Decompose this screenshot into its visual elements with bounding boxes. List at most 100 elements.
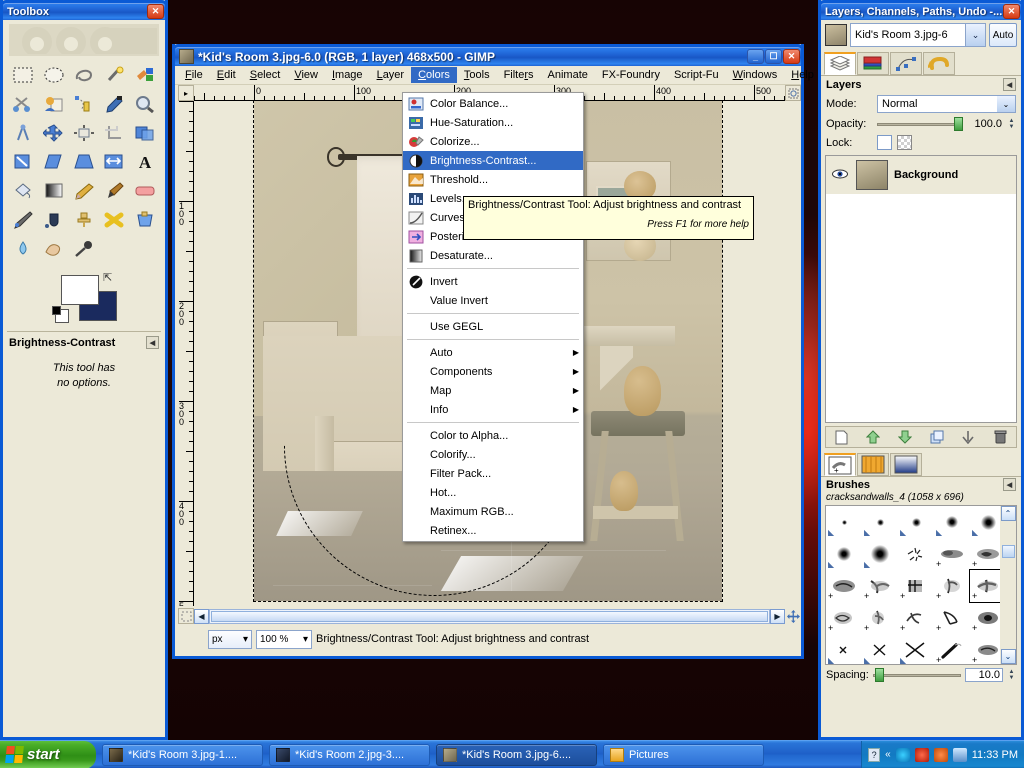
lower-layer-button[interactable] (895, 428, 915, 446)
taskbar-item-pictures[interactable]: Pictures (603, 743, 764, 766)
layer-mode-select[interactable]: Normal ⌄ (877, 95, 1016, 113)
menu-colors[interactable]: Colors (411, 67, 457, 83)
dock-tabstrip[interactable] (821, 50, 1021, 76)
taskbar-item-kids-room-3-6[interactable]: *Kid's Room 3.jpg-6.... (436, 743, 597, 766)
spacing-spinner[interactable]: ▲ ▼ (1007, 668, 1016, 682)
shear-tool[interactable] (39, 148, 67, 175)
menu-item-maximum-rgb[interactable]: Maximum RGB... (403, 502, 583, 521)
menu-item-colorify[interactable]: Colorify... (403, 445, 583, 464)
dock-close-button[interactable]: ✕ (1003, 4, 1020, 19)
layers-list[interactable]: Background (825, 155, 1017, 423)
layers-collapse-button[interactable]: ◀ (1003, 78, 1016, 91)
tab-patterns[interactable] (857, 453, 889, 476)
tab-layers[interactable] (824, 52, 856, 75)
brush-cell[interactable]: ◣ (826, 506, 862, 538)
gimp-close-button[interactable]: ✕ (783, 49, 800, 64)
crop-tool[interactable] (100, 119, 128, 146)
menu-item-invert[interactable]: Invert (403, 272, 583, 291)
blur-sharpen-tool[interactable] (9, 235, 37, 262)
menu-select[interactable]: Select (243, 67, 288, 83)
raise-layer-button[interactable] (863, 428, 883, 446)
unit-dropdown-arrow-icon[interactable]: ▾ (243, 634, 248, 645)
tray-help-icon[interactable]: ? (868, 747, 881, 762)
dock-titlebar[interactable]: Layers, Channels, Paths, Undo -... ✕ (818, 0, 1024, 20)
rect-select-tool[interactable] (9, 61, 37, 88)
spacing-slider-knob[interactable] (874, 668, 884, 682)
brush-spacing-value[interactable]: 10.0 (965, 668, 1003, 682)
fuzzy-select-tool[interactable] (100, 61, 128, 88)
free-select-tool[interactable] (70, 61, 98, 88)
brush-cell[interactable]: + (826, 602, 862, 634)
gimp-minimize-button[interactable]: _ (747, 49, 764, 64)
lock-alpha-checkbox[interactable] (897, 135, 912, 150)
taskbar-item-kids-room-3-1[interactable]: *Kid's Room 3.jpg-1.... (102, 743, 263, 766)
pencil-tool[interactable] (70, 177, 98, 204)
tray-network-icon[interactable] (914, 747, 929, 762)
zoom-tool[interactable] (131, 90, 159, 117)
perspective-tool[interactable] (70, 148, 98, 175)
brush-cell[interactable]: + (862, 570, 898, 602)
menu-item-info[interactable]: Info ▶ (403, 400, 583, 419)
menu-item-hue-saturation[interactable]: Hue-Saturation... (403, 113, 583, 132)
tab-gradients[interactable] (890, 453, 922, 476)
brush-cell[interactable]: ◣ (898, 634, 934, 664)
color-area[interactable]: ⇱ (3, 269, 165, 329)
perspective-clone-tool[interactable] (131, 206, 159, 233)
menu-script-fu[interactable]: Script-Fu (667, 67, 726, 83)
brush-cell[interactable]: + (934, 602, 970, 634)
system-tray[interactable]: ? « 11:33 PM (861, 740, 1024, 768)
flip-tool[interactable] (100, 148, 128, 175)
smudge-tool[interactable] (39, 235, 67, 262)
canvas-horizontal-scrollbar[interactable]: ◀ ▶ (194, 608, 785, 624)
menu-item-auto[interactable]: Auto ▶ (403, 343, 583, 362)
vertical-ruler[interactable]: 100 200 300 400 500 (178, 101, 194, 606)
menu-layer[interactable]: Layer (370, 67, 412, 83)
brush-cell[interactable]: ◣ (826, 634, 862, 664)
brush-cell[interactable]: ◣ (934, 506, 970, 538)
ruler-corner-menu-button[interactable]: ▸ (178, 85, 194, 101)
paintbrush-tool[interactable] (100, 177, 128, 204)
menu-windows[interactable]: Windows (726, 67, 785, 83)
move-tool[interactable] (39, 119, 67, 146)
menu-item-retinex[interactable]: Retinex... (403, 521, 583, 540)
menu-filters[interactable]: Filters (497, 67, 541, 83)
brushes-scroll-up-button[interactable]: ⌃ (1000, 506, 1016, 521)
menu-item-components[interactable]: Components ▶ (403, 362, 583, 381)
menu-edit[interactable]: Edit (210, 67, 243, 83)
navigation-preview-button[interactable] (785, 608, 801, 624)
gimp-menubar[interactable]: File Edit Select View Image Layer Colors… (175, 66, 814, 85)
measure-tool[interactable] (9, 119, 37, 146)
airbrush-tool[interactable] (9, 206, 37, 233)
canvas-vertical-scrollbar[interactable] (785, 101, 801, 606)
brush-cell[interactable]: ◣ (826, 538, 862, 570)
brush-cell[interactable]: + (934, 634, 970, 664)
tray-volume-icon[interactable] (933, 747, 948, 762)
tray-battery-icon[interactable] (952, 747, 967, 762)
table-row[interactable]: Background (826, 156, 1016, 194)
delete-layer-button[interactable] (990, 428, 1010, 446)
default-colors-icon[interactable] (52, 306, 61, 315)
tray-clock[interactable]: 11:33 PM (972, 749, 1018, 761)
menu-fx-foundry[interactable]: FX-Foundry (595, 67, 667, 83)
brush-cell[interactable]: ◣ (862, 634, 898, 664)
hscroll-track[interactable] (209, 608, 770, 624)
tool-options-collapse-button[interactable]: ◀ (146, 336, 159, 349)
brushes-scrollbar[interactable]: ⌃ ⌄ (1000, 506, 1016, 664)
brushes-collapse-button[interactable]: ◀ (1003, 478, 1016, 491)
zoom-selector[interactable]: 100 % ▾ (256, 629, 312, 649)
brush-cell[interactable]: + (934, 538, 970, 570)
brush-cell[interactable] (898, 538, 934, 570)
layer-visibility-eye-icon[interactable] (830, 169, 850, 182)
menu-item-filter-pack[interactable]: Filter Pack... (403, 464, 583, 483)
tab-brushes[interactable]: + (824, 453, 856, 476)
menu-item-value-invert[interactable]: Value Invert (403, 291, 583, 310)
scissors-select-tool[interactable] (9, 90, 37, 117)
brush-cells[interactable]: ◣ ◣ ◣ ◣ ◣ ◣ ◣ + + + + + + + + + + + + ◣ … (826, 506, 1007, 664)
brush-cell[interactable]: ◣ (862, 506, 898, 538)
layer-opacity-slider[interactable] (877, 117, 963, 131)
chevron-down-icon[interactable]: ⌄ (965, 24, 985, 46)
toolbox-titlebar[interactable]: Toolbox ✕ (0, 0, 168, 20)
brush-cell[interactable]: + (934, 570, 970, 602)
tab-paths[interactable] (890, 52, 922, 75)
foreground-color-swatch[interactable] (61, 275, 99, 305)
